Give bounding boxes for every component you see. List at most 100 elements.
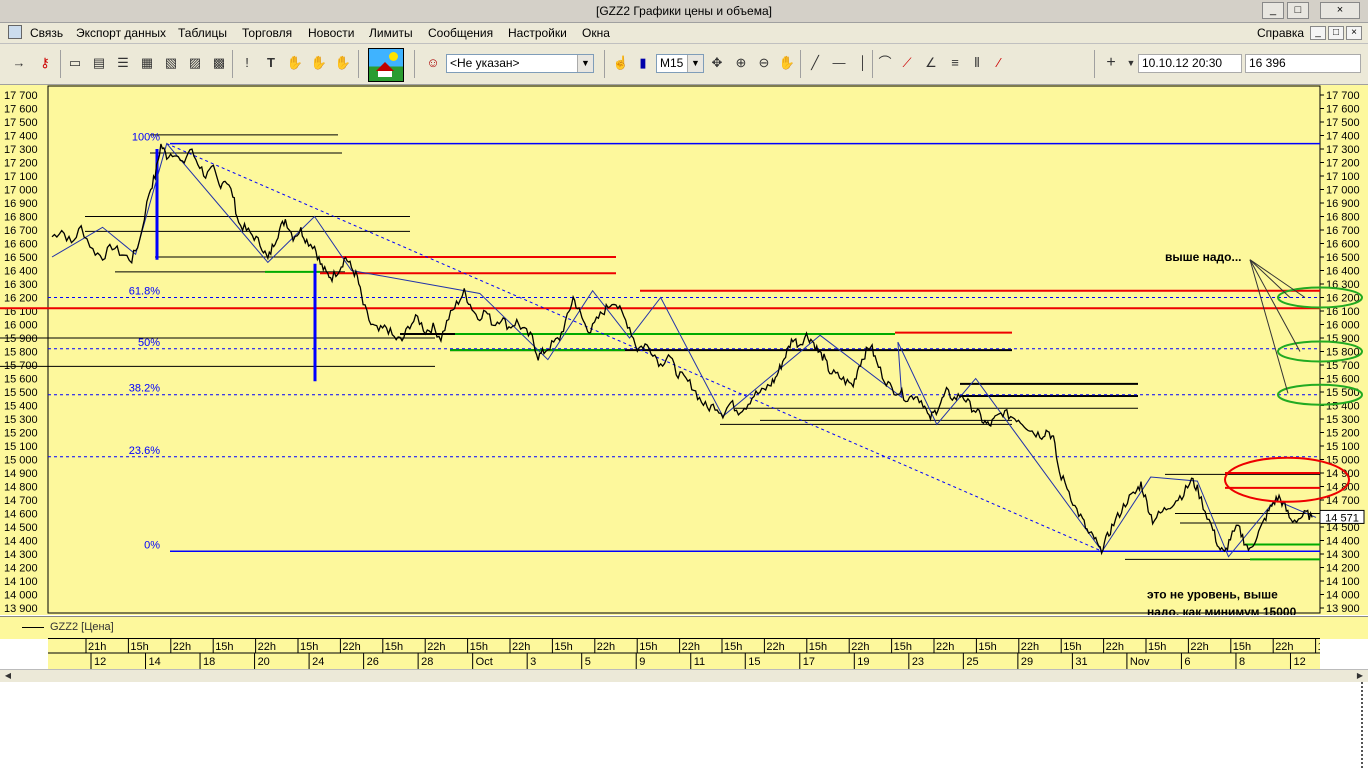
hour-label: 15h — [1233, 641, 1251, 653]
horizontal-scrollbar[interactable]: ◀ ▶ — [0, 669, 1368, 682]
hand-pointer-icon[interactable]: ☝ — [612, 54, 630, 72]
y-tick-label-left: 15 400 — [4, 401, 38, 413]
hand-icon[interactable]: ✋ — [334, 54, 352, 72]
menu-trading[interactable]: Торговля — [242, 26, 292, 40]
y-tick-label-left: 15 100 — [4, 441, 38, 453]
zoom-out-icon[interactable]: ⊖ — [755, 54, 773, 72]
table-icon[interactable]: ☰ — [114, 54, 132, 72]
price-chart[interactable]: 17 70017 60017 50017 40017 30017 20017 1… — [0, 85, 1368, 615]
horizontal-line-icon[interactable]: — — [830, 54, 848, 72]
window-icon[interactable]: ▭ — [66, 54, 84, 72]
fibonacci-arc-icon[interactable]: ⌒ — [876, 54, 894, 72]
eraser-icon[interactable]: ⁄ — [990, 54, 1008, 72]
hand-icon[interactable]: ✋ — [310, 54, 328, 72]
y-tick-label-left: 17 400 — [4, 131, 38, 143]
toolbar-separator — [60, 50, 61, 78]
hour-label: 22h — [512, 641, 530, 653]
menu-export[interactable]: Экспорт данных — [76, 26, 166, 40]
mdi-maximize-button[interactable]: □ — [1328, 26, 1344, 40]
house-roof-icon — [376, 62, 394, 71]
y-axis-right: 17 70017 60017 50017 40017 30017 20017 1… — [1320, 90, 1360, 615]
fibonacci-levels-icon[interactable]: ≡ — [946, 54, 964, 72]
menu-settings[interactable]: Настройки — [508, 26, 567, 40]
time-axis[interactable]: 21h 15h 22h 15h 22h 15h 22h 15h 22h 15h 22h 15h 22h 1… — [48, 638, 1336, 670]
y-tick-label-left: 16 300 — [4, 279, 38, 291]
y-tick-label-left: 17 700 — [4, 90, 38, 102]
fibonacci-fan-icon[interactable]: ⟋ — [898, 54, 916, 72]
hour-label: 22h — [936, 641, 954, 653]
hour-label: 22h — [1021, 641, 1039, 653]
orders-icon[interactable]: ▧ — [162, 54, 180, 72]
key-icon[interactable]: ⚷ — [36, 54, 54, 72]
menu-bar: Связь Экспорт данных Таблицы Торговля Но… — [0, 23, 1368, 44]
gann-fan-icon[interactable]: ∠ — [922, 54, 940, 72]
hour-label: 15h — [470, 641, 488, 653]
menu-windows[interactable]: Окна — [582, 26, 610, 40]
y-tick-label-left: 17 600 — [4, 104, 38, 116]
interval-select-value: M15 — [660, 56, 684, 70]
chart-area[interactable]: 17 700 17 600 17 500 17 400 17 300 17 200 17 1… — [0, 85, 1368, 615]
app-system-menu-icon[interactable] — [8, 25, 22, 39]
date-label: 28 — [421, 656, 433, 668]
scroll-right-icon[interactable]: ▶ — [1354, 670, 1366, 682]
date-label: 17 — [803, 656, 815, 668]
pan-hand-icon[interactable]: ✋ — [778, 54, 796, 72]
vertical-line-icon[interactable]: │ — [854, 54, 872, 72]
date-label: 26 — [367, 656, 379, 668]
y-tick-label-left: 16 800 — [4, 212, 38, 224]
fib-level-label: 50% — [138, 337, 160, 349]
bar-chart-icon[interactable]: ▮ — [634, 54, 652, 72]
annotation-text: надо, как минимум 15000 — [1147, 605, 1297, 615]
chevron-down-icon[interactable]: ▼ — [687, 55, 703, 72]
date-label: 11 — [694, 656, 705, 668]
window-maximize-button[interactable]: □ — [1287, 2, 1309, 19]
house-icon — [378, 71, 392, 77]
deals-icon[interactable]: ▨ — [186, 54, 204, 72]
hour-label: 15h — [554, 641, 572, 653]
account-person-icon[interactable]: ☺ — [424, 54, 442, 72]
menu-news[interactable]: Новости — [308, 26, 354, 40]
hour-label: 15h — [385, 641, 403, 653]
scroll-left-icon[interactable]: ◀ — [2, 670, 14, 682]
mdi-minimize-button[interactable]: _ — [1310, 26, 1326, 40]
move-icon[interactable]: ✥ — [708, 54, 726, 72]
y-tick-label-right: 17 000 — [1326, 185, 1360, 197]
text-tool-icon[interactable]: T — [262, 54, 280, 72]
menu-svyaz[interactable]: Связь — [30, 26, 63, 40]
fib-level-label: 38.2% — [129, 383, 160, 395]
picture-button[interactable] — [368, 48, 404, 82]
zoom-in-icon[interactable]: ⊕ — [732, 54, 750, 72]
y-tick-label-left: 15 900 — [4, 333, 38, 345]
window-minimize-button[interactable]: _ — [1262, 2, 1284, 19]
y-tick-label-right: 15 300 — [1326, 414, 1360, 426]
interval-select[interactable]: M15 ▼ — [656, 54, 704, 73]
portfolio-icon[interactable]: ▩ — [210, 54, 228, 72]
date-label: 8 — [1239, 656, 1245, 668]
y-tick-label-left: 15 200 — [4, 428, 38, 440]
menu-messages[interactable]: Сообщения — [428, 26, 493, 40]
y-tick-label-left: 15 600 — [4, 374, 38, 386]
account-select[interactable]: <Не указан> ▼ — [446, 54, 594, 73]
window-close-button[interactable]: × — [1320, 2, 1360, 19]
hour-label: 22h — [682, 641, 700, 653]
hour-label: 22h — [427, 641, 445, 653]
chart-window-icon[interactable]: ▤ — [90, 54, 108, 72]
menu-limits[interactable]: Лимиты — [369, 26, 413, 40]
menu-tables[interactable]: Таблицы — [178, 26, 227, 40]
add-icon[interactable]: + — [1102, 54, 1120, 72]
hour-label: 15h — [1063, 641, 1081, 653]
toolbar-separator — [358, 50, 359, 78]
toolbar-separator — [872, 50, 873, 78]
arrow-right-icon[interactable]: → — [10, 54, 28, 72]
fibonacci-time-icon[interactable]: ⦀ — [968, 54, 986, 72]
mdi-close-button[interactable]: × — [1346, 26, 1362, 40]
trend-line-icon[interactable]: ╱ — [806, 54, 824, 72]
quotes-icon[interactable]: ▦ — [138, 54, 156, 72]
menu-help[interactable]: Справка — [1257, 26, 1304, 40]
date-label: 12 — [1293, 656, 1305, 668]
hand-icon[interactable]: ✋ — [286, 54, 304, 72]
alert-icon[interactable]: ! — [238, 54, 256, 72]
y-tick-label-left: 17 100 — [4, 171, 38, 183]
y-tick-label-left: 14 800 — [4, 482, 38, 494]
chevron-down-icon[interactable]: ▼ — [577, 55, 593, 72]
